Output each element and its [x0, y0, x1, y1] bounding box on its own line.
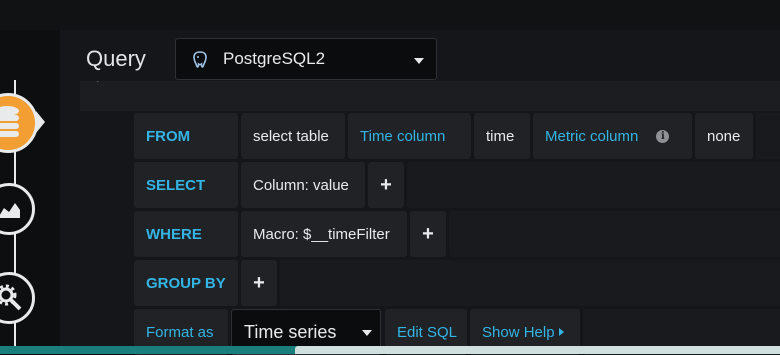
group-by-keyword: GROUP BY — [134, 260, 238, 306]
query-collapse-row[interactable]: › — [80, 81, 780, 111]
rail-item-general[interactable] — [0, 272, 35, 324]
add-group-by-button[interactable]: + — [241, 260, 277, 306]
metric-column-label: Metric column i — [533, 113, 692, 159]
time-column-value[interactable]: time — [474, 113, 530, 159]
metric-column-value[interactable]: none — [695, 113, 753, 159]
table-selector[interactable]: select table — [241, 113, 345, 159]
rail-active-pointer — [36, 111, 45, 133]
query-row-group-by: GROUP BY + — [134, 260, 780, 306]
select-keyword: SELECT — [134, 162, 238, 208]
area-chart-icon — [0, 203, 20, 218]
query-row-where: WHERE Macro: $__timeFilter + — [134, 211, 780, 257]
chevron-down-icon — [362, 330, 372, 336]
query-row-from: FROM select table Time column time Metri… — [134, 113, 780, 159]
row-filler — [449, 211, 780, 257]
rail-item-visualization[interactable] — [0, 183, 35, 235]
where-keyword: WHERE — [134, 211, 238, 257]
gear-wrench-icon — [0, 284, 22, 311]
query-title: Query — [86, 46, 146, 71]
database-icon — [0, 106, 19, 137]
add-select-button[interactable]: + — [368, 162, 404, 208]
caret-right-icon — [558, 328, 564, 336]
datasource-name: PostgreSQL2 — [223, 49, 326, 68]
row-filler — [280, 260, 780, 306]
datasource-picker[interactable]: PostgreSQL2 — [175, 38, 437, 80]
top-strip — [0, 0, 780, 30]
query-row-select: SELECT Column: value + — [134, 162, 780, 208]
postgresql-elephant-icon — [193, 51, 207, 68]
row-filler — [407, 162, 780, 208]
select-column[interactable]: Column: value — [241, 162, 365, 208]
row-filler — [756, 113, 780, 159]
collapse-chevron-icon[interactable]: › — [96, 81, 101, 88]
bottom-bar-highlight — [295, 346, 780, 354]
time-column-label: Time column — [348, 113, 471, 159]
from-keyword: FROM — [134, 113, 238, 159]
where-macro[interactable]: Macro: $__timeFilter — [241, 211, 407, 257]
info-icon[interactable]: i — [656, 129, 670, 143]
add-where-button[interactable]: + — [410, 211, 446, 257]
chevron-down-icon — [414, 58, 424, 64]
